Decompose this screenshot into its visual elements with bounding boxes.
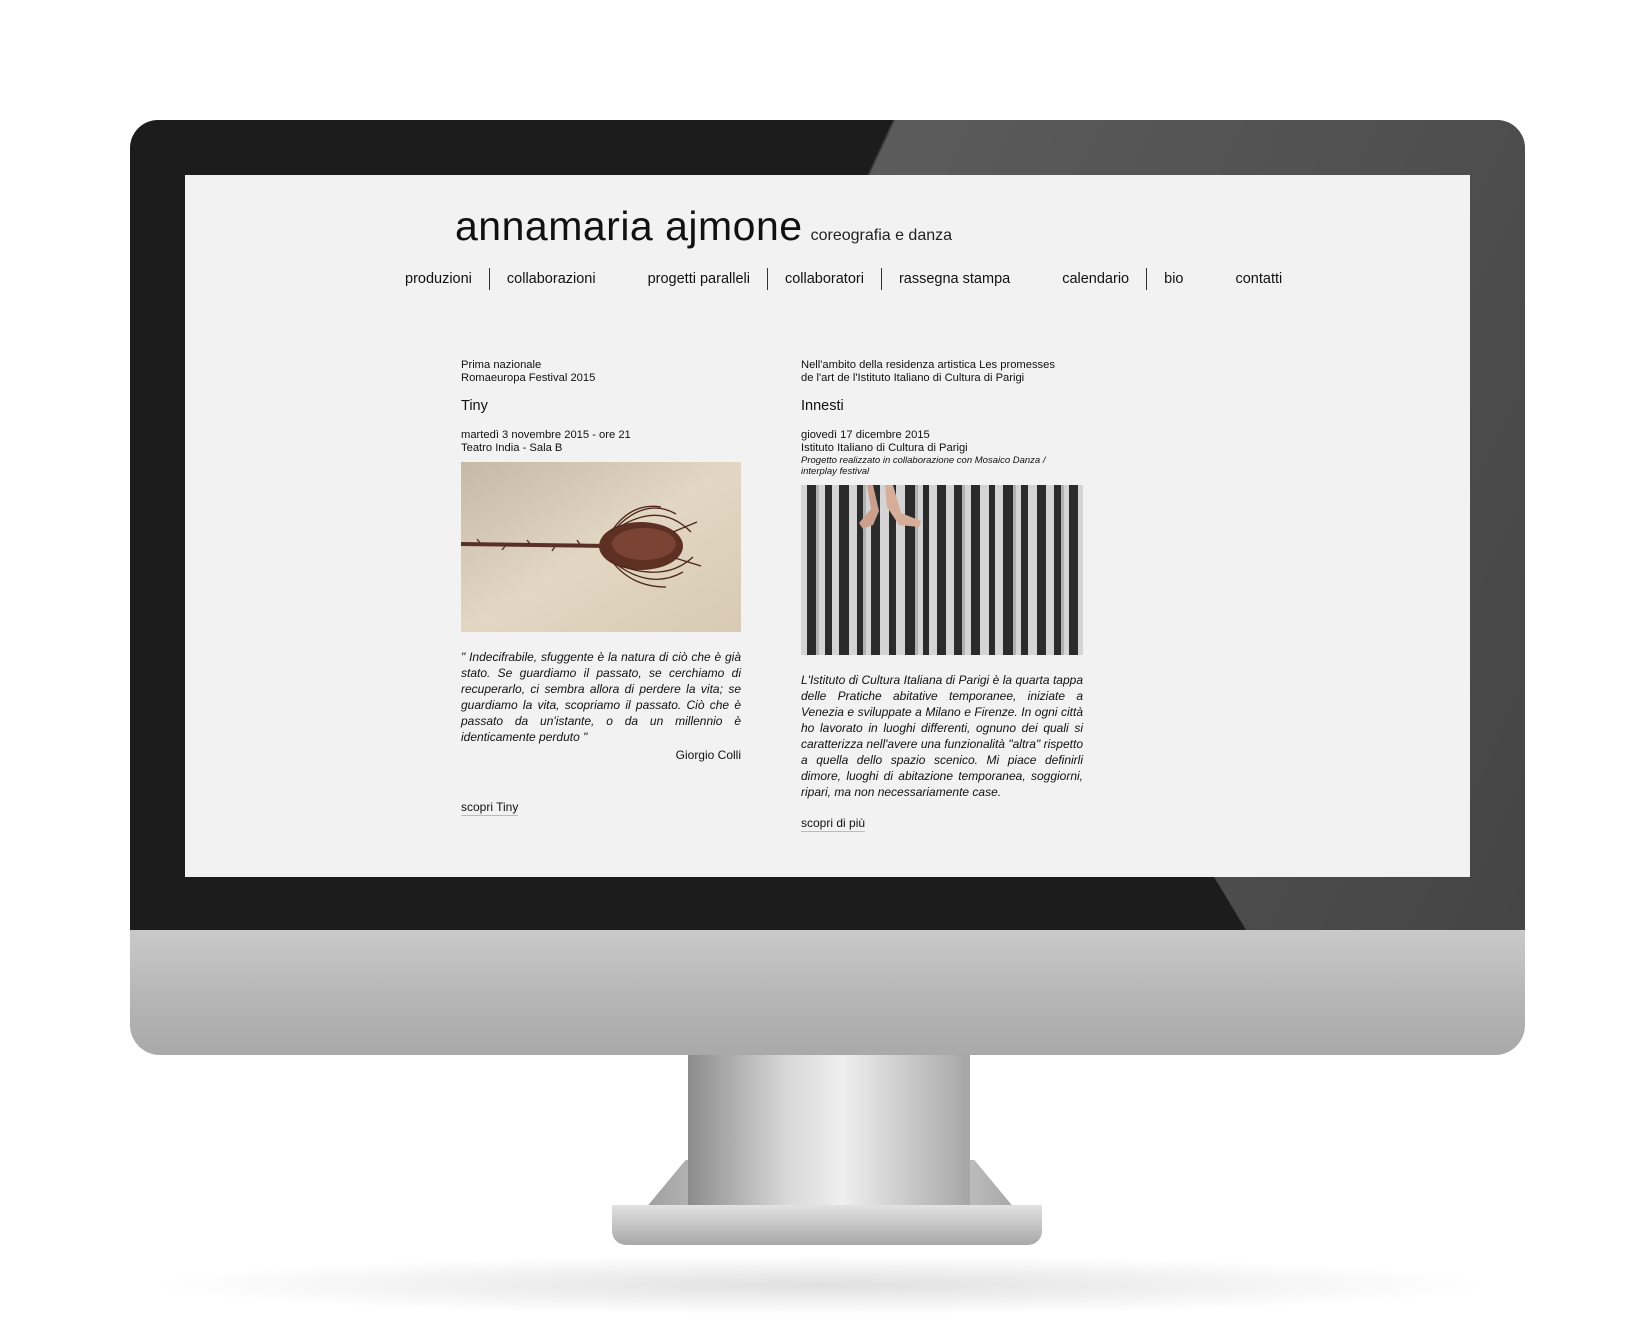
site-subtitle: coreografia e danza <box>810 227 953 244</box>
event-innesti: Nell'ambito della residenza artistica Le… <box>801 359 1083 832</box>
event-description: L'Istituto di Cultura Italiana di Parigi… <box>801 673 1083 799</box>
nav-item-progetti-paralleli[interactable]: progetti paralleli <box>631 271 767 287</box>
event-kicker: Prima nazionale <box>461 359 542 371</box>
nav-item-contatti[interactable]: contatti <box>1218 271 1299 287</box>
website-screen: annamaria ajmone coreografia e danza prod… <box>185 175 1470 877</box>
event-photo-teasel[interactable] <box>461 462 741 632</box>
event-note: Progetto realizzato in collaborazione co… <box>801 455 1046 477</box>
nav-item-collaborazioni[interactable]: collaborazioni <box>490 271 613 287</box>
monitor-shadow <box>140 1255 1500 1315</box>
event-title: Tiny <box>461 398 488 414</box>
event-photo-feet[interactable] <box>801 485 1083 655</box>
event-tiny: Prima nazionale Romaeuropa Festival 2015… <box>461 359 741 816</box>
event-date: giovedì 17 dicembre 2015 <box>801 429 930 441</box>
monitor-stand-foot <box>612 1205 1042 1245</box>
quote-author: Giorgio Colli <box>675 748 741 762</box>
event-venue: Istituto Italiano di Cultura di Parigi <box>801 442 968 454</box>
event-kicker: de l'art de l'Istituto Italiano di Cultu… <box>801 372 1025 384</box>
discover-tiny-link[interactable]: scopri Tiny <box>461 800 519 816</box>
event-title: Innesti <box>801 398 844 414</box>
nav-item-rassegna-stampa[interactable]: rassegna stampa <box>882 271 1027 287</box>
event-kicker: Nell'ambito della residenza artistica Le… <box>801 359 1055 371</box>
nav-item-collaboratori[interactable]: collaboratori <box>768 271 881 287</box>
nav-item-produzioni[interactable]: produzioni <box>388 271 489 287</box>
monitor-chin <box>130 930 1525 1055</box>
discover-more-link[interactable]: scopri di più <box>801 816 866 832</box>
nav-item-bio[interactable]: bio <box>1147 271 1200 287</box>
site-title[interactable]: annamaria ajmone <box>455 203 803 249</box>
event-date: martedì 3 novembre 2015 - ore 21 <box>461 429 631 441</box>
main-nav: produzioni collaborazioni progetti paral… <box>388 268 1299 290</box>
event-kicker: Romaeuropa Festival 2015 <box>461 372 596 384</box>
site-header: annamaria ajmone coreografia e danza <box>455 203 952 250</box>
event-venue: Teatro India - Sala B <box>461 442 563 454</box>
nav-item-calendario[interactable]: calendario <box>1045 271 1146 287</box>
monitor-stand-neck <box>688 1055 970 1215</box>
event-quote: " Indecifrabile, sfuggente è la natura d… <box>461 650 741 744</box>
